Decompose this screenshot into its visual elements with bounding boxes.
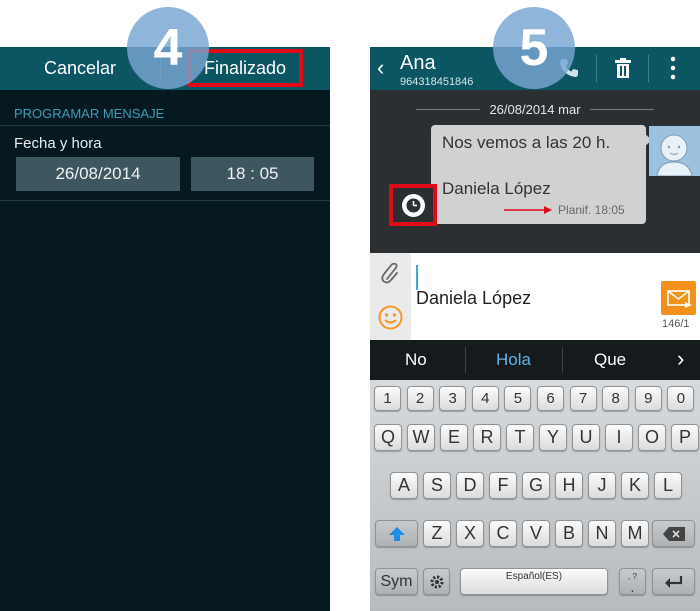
key-5[interactable]: 5 xyxy=(504,386,532,411)
suggestion-hola[interactable]: Hola xyxy=(496,350,531,370)
section-divider xyxy=(0,125,330,126)
key-w[interactable]: W xyxy=(407,424,435,451)
key-n[interactable]: N xyxy=(588,520,616,547)
contact-name: Ana xyxy=(400,52,436,74)
emoji-icon[interactable] xyxy=(378,305,403,330)
key-s[interactable]: S xyxy=(423,472,451,499)
compose-input[interactable]: Daniela López xyxy=(416,288,531,309)
key-m[interactable]: M xyxy=(621,520,649,547)
settings-key[interactable] xyxy=(423,568,450,595)
suggestion-next-icon[interactable]: › xyxy=(677,346,684,372)
envelope-icon xyxy=(667,290,692,308)
date-separator-label: 26/08/2014 mar xyxy=(489,102,581,117)
conversation-panel: ‹ Ana 964318451846 26/08/2014 mar Nos ve… xyxy=(370,47,700,611)
arrow-icon xyxy=(504,206,552,214)
text-cursor xyxy=(416,265,418,290)
key-o[interactable]: O xyxy=(638,424,666,451)
schedule-panel: Cancelar Finalizado PROGRAMAR MENSAJE Fe… xyxy=(0,47,330,611)
key-a[interactable]: A xyxy=(390,472,418,499)
key-v[interactable]: V xyxy=(522,520,550,547)
more-icon[interactable] xyxy=(670,55,676,81)
key-p[interactable]: P xyxy=(671,424,699,451)
field-divider xyxy=(0,200,330,201)
key-g[interactable]: G xyxy=(522,472,550,499)
key-i[interactable]: I xyxy=(605,424,633,451)
punctuation-key[interactable]: , ? . xyxy=(619,568,646,595)
key-6[interactable]: 6 xyxy=(537,386,564,411)
gear-icon xyxy=(430,575,443,588)
message-text: Nos vemos a las 20 h. xyxy=(442,133,611,152)
space-key-label: Español(ES) xyxy=(505,571,563,582)
back-icon[interactable]: ‹ xyxy=(377,57,384,79)
header-divider xyxy=(596,55,597,82)
suggestion-divider xyxy=(465,347,466,373)
key-r[interactable]: R xyxy=(473,424,501,451)
key-h[interactable]: H xyxy=(555,472,583,499)
message-signature: Daniela López xyxy=(442,179,551,198)
key-c[interactable]: C xyxy=(489,520,517,547)
enter-icon xyxy=(664,575,682,588)
key-f[interactable]: F xyxy=(489,472,517,499)
avatar xyxy=(649,126,700,177)
key-l[interactable]: L xyxy=(654,472,682,499)
key-0[interactable]: 0 xyxy=(667,386,695,411)
step-badge-5: 5 xyxy=(493,7,575,89)
trash-icon[interactable] xyxy=(612,57,634,79)
key-8[interactable]: 8 xyxy=(602,386,630,411)
backspace-key[interactable] xyxy=(652,520,695,547)
key-t[interactable]: T xyxy=(506,424,534,451)
section-title: PROGRAMAR MENSAJE xyxy=(14,106,165,121)
enter-key[interactable] xyxy=(652,568,695,595)
space-key[interactable]: Español(ES) xyxy=(460,568,608,595)
key-1[interactable]: 1 xyxy=(374,386,401,411)
key-u[interactable]: U xyxy=(572,424,600,451)
key-y[interactable]: Y xyxy=(539,424,567,451)
date-separator: 26/08/2014 mar xyxy=(370,102,700,117)
key-3[interactable]: 3 xyxy=(439,386,467,411)
send-button[interactable] xyxy=(661,281,696,315)
date-field[interactable]: 26/08/2014 xyxy=(16,157,180,191)
key-4[interactable]: 4 xyxy=(471,386,499,411)
key-9[interactable]: 9 xyxy=(634,386,662,411)
key-x[interactable]: X xyxy=(456,520,484,547)
sym-key[interactable]: Sym xyxy=(375,568,418,595)
key-d[interactable]: D xyxy=(456,472,484,499)
key-e[interactable]: E xyxy=(440,424,468,451)
punctuation-main: . xyxy=(630,578,635,595)
key-7[interactable]: 7 xyxy=(569,386,597,411)
key-k[interactable]: K xyxy=(621,472,649,499)
time-field[interactable]: 18 : 05 xyxy=(191,157,314,191)
suggestion-no[interactable]: No xyxy=(405,350,427,370)
suggestion-que[interactable]: Que xyxy=(594,350,626,370)
shift-key[interactable] xyxy=(375,520,418,547)
key-2[interactable]: 2 xyxy=(406,386,434,411)
scheduled-indicator[interactable] xyxy=(389,184,437,226)
key-j[interactable]: J xyxy=(588,472,616,499)
attach-icon[interactable] xyxy=(381,262,401,287)
backspace-icon xyxy=(662,526,685,541)
header-divider xyxy=(648,55,649,82)
key-b[interactable]: B xyxy=(555,520,583,547)
scheduled-time: Planif. 18:05 xyxy=(558,203,625,217)
clock-icon xyxy=(402,194,425,217)
char-counter: 146/1 xyxy=(662,318,690,330)
contact-phone: 964318451846 xyxy=(400,76,474,88)
suggestion-divider xyxy=(562,347,563,373)
key-z[interactable]: Z xyxy=(423,520,451,547)
key-q[interactable]: Q xyxy=(374,424,402,451)
date-time-label: Fecha y hora xyxy=(14,135,102,152)
shift-icon xyxy=(388,526,405,541)
step-badge-4: 4 xyxy=(127,7,209,89)
